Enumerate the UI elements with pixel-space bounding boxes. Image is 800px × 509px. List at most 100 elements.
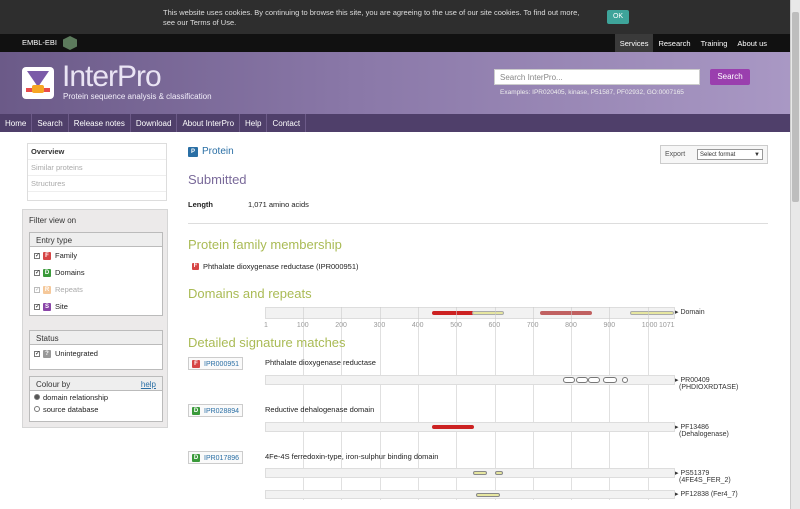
family-entry[interactable]: F Phthalate dioxygenase reductase (IPR000… xyxy=(192,262,359,271)
sidebar-item-similar-proteins[interactable]: Similar proteins xyxy=(28,160,166,176)
divider xyxy=(188,223,768,224)
sidebar-menu: Overview Similar proteins Structures xyxy=(27,143,167,201)
match-segment[interactable] xyxy=(588,377,600,383)
signature-accession[interactable]: D IPR028894 xyxy=(188,404,243,417)
entry-type-heading: Entry type xyxy=(30,233,162,247)
signature-track xyxy=(265,375,675,385)
site-badge-icon: S xyxy=(43,302,51,311)
cookie-text: This website uses cookies. By continuing… xyxy=(163,8,580,27)
export-label: Export xyxy=(665,151,686,158)
accession-text: IPR017896 xyxy=(204,454,240,462)
unintegrated-badge-icon: ? xyxy=(43,349,51,358)
topnav-services[interactable]: Services xyxy=(614,34,654,52)
nav-contact[interactable]: Contact xyxy=(267,114,307,132)
ebi-topbar: EMBL-EBI Services Research Training Abou… xyxy=(0,34,790,52)
topnav-training[interactable]: Training xyxy=(696,34,733,52)
db-label[interactable]: ▸ PF13486 (Dehalogenase) xyxy=(675,423,729,438)
main-nav: Home Search Release notes Download About… xyxy=(0,114,790,132)
colour-by-label: Colour by xyxy=(36,380,71,389)
colour-option-source[interactable]: source database xyxy=(30,403,162,415)
checkbox-icon[interactable]: ✓ xyxy=(34,303,40,310)
domains-heading: Domains and repeats xyxy=(188,286,312,301)
filter-unintegrated[interactable]: ✓? Unintegrated xyxy=(30,345,162,362)
scrollbar[interactable] xyxy=(790,0,800,509)
signature-name: Phthalate dioxygenase reductase xyxy=(265,358,376,367)
domain-segment[interactable] xyxy=(540,311,592,315)
nav-about[interactable]: About InterPro xyxy=(177,114,241,132)
signature-name: Reductive dehalogenase domain xyxy=(265,405,375,414)
nav-download[interactable]: Download xyxy=(131,114,178,132)
brand-tagline: Protein sequence analysis & classificati… xyxy=(63,92,212,101)
cookie-ok-button[interactable]: OK xyxy=(607,10,629,24)
checkbox-icon[interactable]: ✓ xyxy=(34,350,40,357)
signature-name: 4Fe-4S ferredoxin-type, iron-sulphur bin… xyxy=(265,452,439,461)
domain-badge-icon: D xyxy=(192,454,200,462)
export-format-select[interactable]: Select format ▼ xyxy=(697,149,763,160)
radio-icon[interactable] xyxy=(34,406,40,412)
colour-option-label: domain relationship xyxy=(43,392,109,402)
colour-option-label: source database xyxy=(43,404,99,414)
radio-icon[interactable] xyxy=(34,394,40,400)
topnav-research[interactable]: Research xyxy=(653,34,695,52)
cookie-banner: This website uses cookies. By continuing… xyxy=(0,0,790,34)
search-input[interactable]: Search InterPro... xyxy=(494,69,700,85)
match-segment[interactable] xyxy=(432,425,474,429)
checkbox-icon[interactable]: ✓ xyxy=(34,286,40,293)
colour-option-domain[interactable]: domain relationship xyxy=(30,391,162,403)
domain-segment[interactable] xyxy=(630,311,674,315)
db-name: (Dehalogenase) xyxy=(679,431,729,438)
filter-family[interactable]: ✓ F Family xyxy=(30,247,162,264)
filter-label: Family xyxy=(55,251,78,260)
filter-label: Site xyxy=(55,302,68,311)
match-segment[interactable] xyxy=(603,377,617,383)
entry-type-group: Entry type ✓ F Family ✓ D Domains ✓ R Repeats … xyxy=(29,232,163,316)
nav-release-notes[interactable]: Release notes xyxy=(69,114,131,132)
signature-track xyxy=(265,468,675,478)
nav-home[interactable]: Home xyxy=(0,114,33,132)
topnav-about[interactable]: About us xyxy=(732,34,772,52)
nav-help[interactable]: Help xyxy=(240,114,268,132)
help-link[interactable]: help xyxy=(141,380,156,390)
filter-domains[interactable]: ✓ D Domains xyxy=(30,264,162,281)
ebi-logo-text[interactable]: EMBL-EBI xyxy=(22,38,57,47)
match-segment[interactable] xyxy=(563,377,575,383)
db-name: (PHDIOXRDTASE) xyxy=(679,384,739,391)
db-id: PF12838 (Fer4_7) xyxy=(680,491,738,498)
filter-title: Filter view on xyxy=(29,216,77,225)
domain-badge-icon: D xyxy=(43,268,51,277)
signature-accession[interactable]: D IPR017896 xyxy=(188,451,243,464)
filter-panel: Filter view on Entry type ✓ F Family ✓ D Dom… xyxy=(22,209,168,428)
match-segment[interactable] xyxy=(495,471,503,475)
family-badge-icon: F xyxy=(43,251,51,260)
scrollbar-thumb[interactable] xyxy=(792,12,799,202)
ruler-tick-label: 1071 xyxy=(659,322,675,329)
filter-label: Unintegrated xyxy=(55,349,98,358)
db-label[interactable]: ▸ PR00409 (PHDIOXRDTASE) xyxy=(675,376,738,391)
match-segment[interactable] xyxy=(476,493,500,497)
db-label[interactable]: ▸ PF12838 (Fer4_7) xyxy=(675,490,738,498)
domain-segment[interactable] xyxy=(472,311,504,315)
filter-repeats[interactable]: ✓ R Repeats xyxy=(30,281,162,298)
match-segment[interactable] xyxy=(576,377,588,383)
ruler-tick-label: 1 xyxy=(264,322,268,329)
signature-accession[interactable]: F IPR000951 xyxy=(188,357,243,370)
checkbox-icon[interactable]: ✓ xyxy=(34,252,40,259)
match-segment[interactable] xyxy=(622,377,628,383)
family-badge-icon: F xyxy=(192,360,200,368)
nav-search[interactable]: Search xyxy=(32,114,69,132)
interpro-logo-icon[interactable] xyxy=(22,67,54,99)
protein-badge-icon: P xyxy=(188,146,198,157)
family-entry-text: Phthalate dioxygenase reductase (IPR0009… xyxy=(203,262,359,271)
db-label[interactable]: ▸ PS51379 (4FE4S_FER_2) xyxy=(675,469,731,484)
sidebar-item-structures[interactable]: Structures xyxy=(28,176,166,192)
match-segment[interactable] xyxy=(473,471,487,475)
sidebar-item-overview[interactable]: Overview xyxy=(28,144,166,160)
checkbox-icon[interactable]: ✓ xyxy=(34,269,40,276)
db-id: PF13486 xyxy=(680,424,709,431)
export-box: Export Select format ▼ xyxy=(660,145,768,164)
ebi-hex-icon xyxy=(63,36,77,50)
search-button[interactable]: Search xyxy=(710,69,750,85)
filter-site[interactable]: ✓ S Site xyxy=(30,298,162,315)
domain-segment[interactable] xyxy=(432,311,474,315)
export-select-text: Select format xyxy=(700,152,736,158)
